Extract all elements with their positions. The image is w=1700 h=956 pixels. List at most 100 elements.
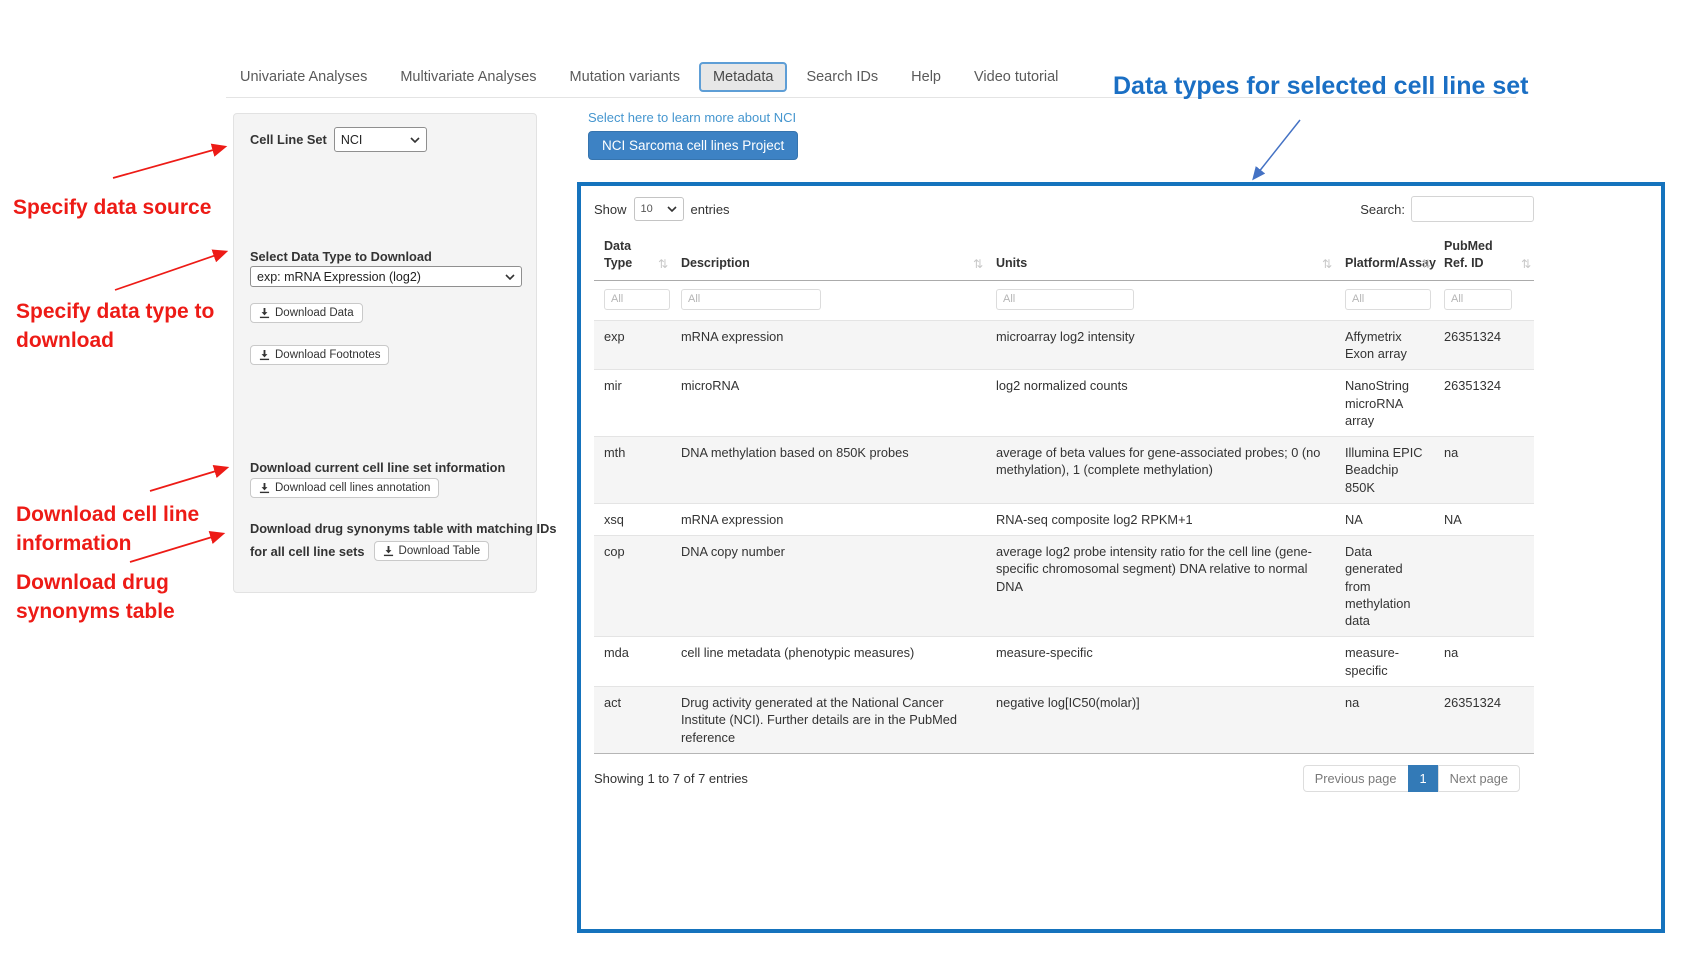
page-1-button[interactable]: 1	[1408, 765, 1439, 792]
annotation-data-types: Data types for selected cell line set	[1113, 72, 1528, 101]
annotation-specify-type: Specify data type to download	[16, 297, 236, 356]
download-table-label: Download Table	[399, 545, 481, 557]
chevron-down-icon	[505, 274, 515, 280]
tab-multivariate-analyses[interactable]: Multivariate Analyses	[386, 62, 550, 92]
table-row: mda cell line metadata (phenotypic measu…	[594, 637, 1534, 687]
download-icon	[383, 546, 394, 557]
cell-pubmed: 26351324	[1434, 370, 1534, 437]
previous-page-button[interactable]: Previous page	[1303, 765, 1409, 792]
download-data-button[interactable]: Download Data	[250, 303, 363, 323]
drug-synonyms-heading: Download drug synonyms table with matchi…	[250, 521, 536, 561]
cell-platform: NanoString microRNA array	[1335, 370, 1434, 437]
tab-metadata[interactable]: Metadata	[699, 62, 787, 92]
download-footnotes-button[interactable]: Download Footnotes	[250, 345, 389, 365]
data-type-heading: Select Data Type to Download	[250, 249, 432, 264]
table-row: mir microRNA log2 normalized counts Nano…	[594, 370, 1534, 437]
cell-data-type: exp	[594, 320, 671, 370]
cell-units: microarray log2 intensity	[986, 320, 1335, 370]
cell-pubmed: 26351324	[1434, 320, 1534, 370]
column-header-units[interactable]: Units ⇅	[986, 234, 1335, 280]
project-button[interactable]: NCI Sarcoma cell lines Project	[588, 131, 798, 160]
table-row: mth DNA methylation based on 850K probes…	[594, 437, 1534, 504]
cell-description: mRNA expression	[671, 503, 986, 535]
cell-data-type: act	[594, 687, 671, 754]
filter-input-units[interactable]	[996, 289, 1134, 310]
cell-platform: na	[1335, 687, 1434, 754]
cell-units: average log2 probe intensity ratio for t…	[986, 536, 1335, 637]
column-label: Units	[996, 256, 1027, 270]
cell-line-set-label: Cell Line Set	[250, 132, 327, 147]
table-row: exp mRNA expression microarray log2 inte…	[594, 320, 1534, 370]
cell-pubmed	[1434, 536, 1534, 637]
table-row: xsq mRNA expression RNA-seq composite lo…	[594, 503, 1534, 535]
cell-data-type: mir	[594, 370, 671, 437]
filter-input-description[interactable]	[681, 289, 821, 310]
column-header-platform[interactable]: Platform/Assay⇅	[1335, 234, 1434, 280]
cell-description: cell line metadata (phenotypic measures)	[671, 637, 986, 687]
drug-heading-line1: Download drug synonyms table with matchi…	[250, 521, 536, 536]
tab-video-tutorial[interactable]: Video tutorial	[960, 62, 1072, 92]
blue-arrow-data-types	[1254, 120, 1300, 178]
cell-platform: measure-specific	[1335, 637, 1434, 687]
cell-data-type: mda	[594, 637, 671, 687]
column-header-description[interactable]: Description⇅	[671, 234, 986, 280]
cell-platform: Affymetrix Exon array	[1335, 320, 1434, 370]
download-icon	[259, 308, 270, 319]
download-data-label: Download Data	[275, 307, 354, 319]
cell-data-type: xsq	[594, 503, 671, 535]
table-row: act Drug activity generated at the Natio…	[594, 687, 1534, 754]
cell-pubmed: na	[1434, 437, 1534, 504]
column-header-pubmed[interactable]: PubMed Ref. ID⇅	[1434, 234, 1534, 280]
download-icon	[259, 483, 270, 494]
tab-univariate-analyses[interactable]: Univariate Analyses	[226, 62, 381, 92]
cell-pubmed: na	[1434, 637, 1534, 687]
sort-icon[interactable]: ⇅	[1521, 256, 1531, 272]
filter-input-platform[interactable]	[1345, 289, 1431, 310]
chevron-down-icon	[667, 206, 677, 212]
page-length-value: 10	[641, 203, 653, 215]
search-input[interactable]	[1411, 196, 1534, 222]
cell-line-set-value: NCI	[341, 133, 363, 147]
sidebar-panel: Cell Line Set NCI Select Data Type to Do…	[233, 113, 537, 593]
page-length-select[interactable]: 10	[634, 197, 684, 221]
cell-units: log2 normalized counts	[986, 370, 1335, 437]
cell-description: DNA copy number	[671, 536, 986, 637]
cell-units: RNA-seq composite log2 RPKM+1	[986, 503, 1335, 535]
learn-more-link[interactable]: Select here to learn more about NCI	[588, 110, 796, 125]
cell-pubmed: NA	[1434, 503, 1534, 535]
filter-input-data-type[interactable]	[604, 289, 670, 310]
cell-data-type: cop	[594, 536, 671, 637]
download-icon	[259, 350, 270, 361]
cell-units: negative log[IC50(molar)]	[986, 687, 1335, 754]
tab-search-ids[interactable]: Search IDs	[792, 62, 892, 92]
annotation-download-cell-info: Download cell line information	[16, 500, 226, 559]
tab-help[interactable]: Help	[897, 62, 955, 92]
annotation-download-drug-synonyms: Download drug synonyms table	[16, 568, 211, 627]
sort-icon[interactable]: ⇅	[1322, 256, 1332, 272]
next-page-button[interactable]: Next page	[1438, 765, 1520, 792]
download-table-button[interactable]: Download Table	[374, 541, 490, 561]
table-row: cop DNA copy number average log2 probe i…	[594, 536, 1534, 637]
cell-pubmed: 26351324	[1434, 687, 1534, 754]
download-cell-lines-annotation-button[interactable]: Download cell lines annotation	[250, 478, 439, 498]
cell-description: DNA methylation based on 850K probes	[671, 437, 986, 504]
sort-icon[interactable]: ⇅	[658, 256, 668, 272]
cell-description: Drug activity generated at the National …	[671, 687, 986, 754]
cell-description: mRNA expression	[671, 320, 986, 370]
sort-icon[interactable]: ⇅	[1421, 256, 1431, 272]
red-arrow-specify-source	[113, 147, 224, 178]
data-type-select[interactable]: exp: mRNA Expression (log2)	[250, 266, 522, 287]
cell-units: measure-specific	[986, 637, 1335, 687]
search-label: Search:	[1360, 202, 1405, 217]
tab-mutation-variants[interactable]: Mutation variants	[556, 62, 694, 92]
column-header-data-type[interactable]: Data Type⇅	[594, 234, 671, 280]
download-footnotes-label: Download Footnotes	[275, 349, 380, 361]
cell-platform: Illumina EPIC Beadchip 850K	[1335, 437, 1434, 504]
red-arrow-specify-type	[115, 252, 225, 290]
filter-input-pubmed[interactable]	[1444, 289, 1512, 310]
sort-icon[interactable]: ⇅	[973, 256, 983, 272]
chevron-down-icon	[410, 137, 420, 143]
filter-row	[594, 280, 1534, 320]
cell-line-set-select[interactable]: NCI	[334, 127, 427, 152]
header-row: Data Type⇅ Description⇅ Units ⇅ Platform/…	[594, 234, 1534, 280]
